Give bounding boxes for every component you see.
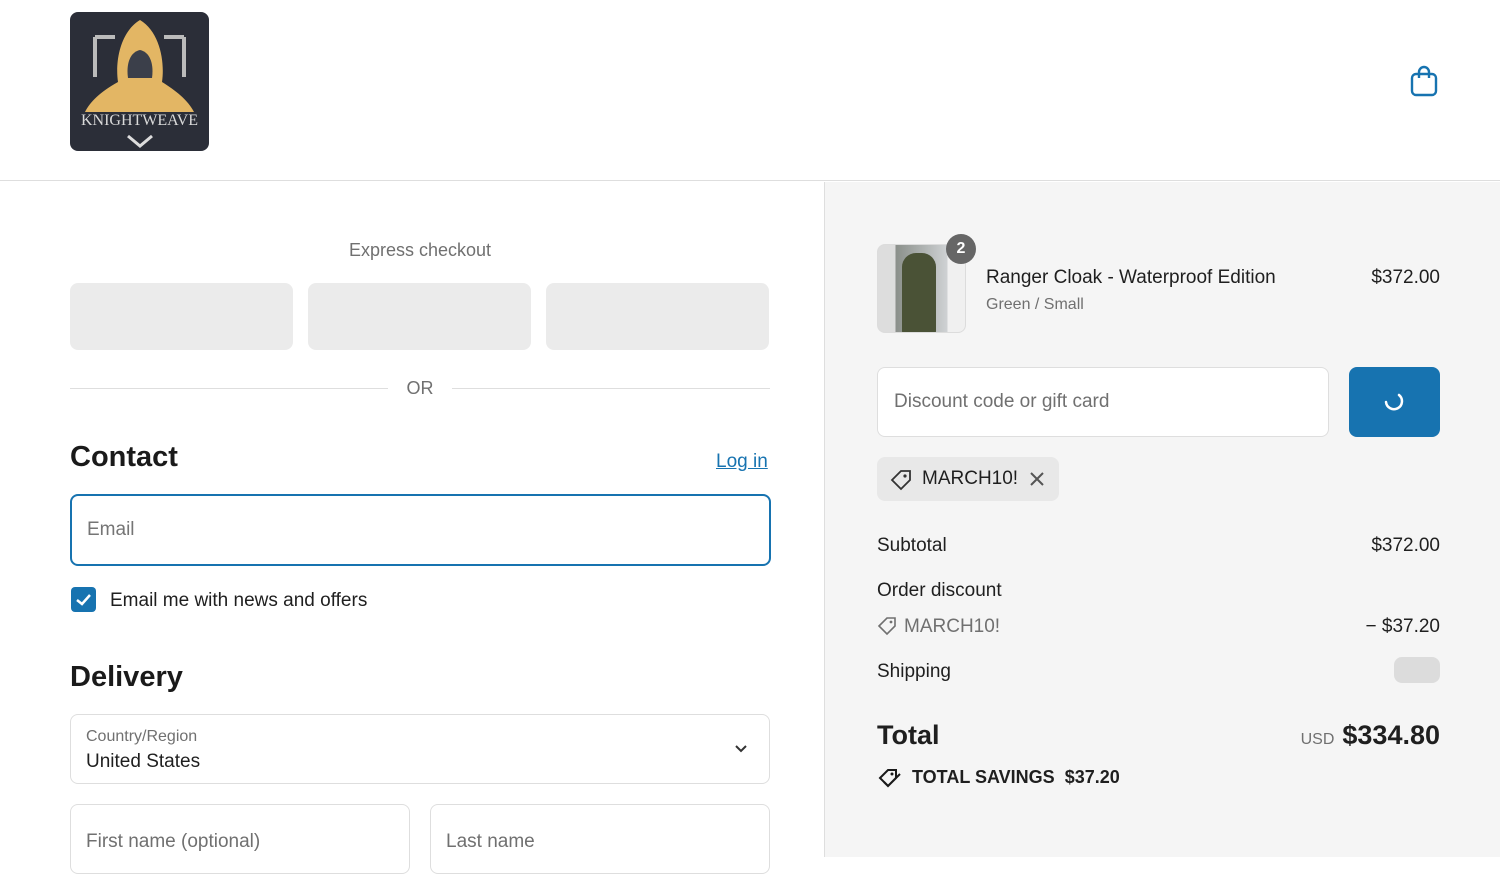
express-checkout-label: Express checkout (348, 240, 492, 260)
email-input[interactable] (72, 496, 769, 564)
discount-input[interactable]: Discount code or gift card (877, 367, 1329, 437)
subtotal-label: Subtotal (877, 535, 947, 556)
applied-discount-chip: MARCH10! (877, 457, 1059, 501)
order-summary: 2 Ranger Cloak - Waterproof Edition Gree… (824, 182, 1500, 857)
product-price: $372.00 (1371, 267, 1440, 288)
express-pay-button-3[interactable] (546, 283, 769, 350)
country-label: Country/Region (86, 728, 198, 745)
header: KNIGHTWEAVE (0, 0, 1500, 181)
store-logo[interactable]: KNIGHTWEAVE (70, 12, 209, 151)
chevron-down-icon (735, 745, 747, 753)
last-name-field[interactable]: Last name (430, 804, 770, 874)
product-name: Ranger Cloak - Waterproof Edition (986, 267, 1276, 288)
product-variant: Green / Small (986, 296, 1084, 313)
discount-placeholder: Discount code or gift card (894, 391, 1110, 412)
savings-value: $37.20 (1064, 767, 1120, 787)
total-savings: TOTAL SAVINGS $37.20 (912, 767, 1120, 788)
checkout-form: Express checkout OR Contact Log in Email… (0, 182, 824, 874)
express-pay-button-1[interactable] (70, 283, 293, 350)
total-value: $334.80 (1342, 720, 1440, 750)
applied-code: MARCH10! (922, 468, 1019, 489)
email-field[interactable] (70, 494, 771, 566)
quantity-badge: 2 (946, 234, 976, 264)
order-discount-label: Order discount (877, 580, 1002, 601)
hooded-knight-logo-icon (85, 20, 194, 148)
currency-code: USD (1300, 731, 1335, 748)
or-divider-label: OR (406, 378, 434, 398)
shipping-loading-placeholder (1394, 657, 1440, 683)
total-amount: USD $334.80 (1301, 720, 1440, 751)
first-name-field[interactable]: First name (optional) (70, 804, 410, 874)
tag-icon (877, 617, 896, 636)
savings-label: TOTAL SAVINGS (912, 767, 1055, 787)
total-label: Total (877, 720, 940, 750)
express-pay-button-2[interactable] (308, 283, 531, 350)
login-link[interactable]: Log in (716, 451, 768, 473)
delivery-heading: Delivery (70, 661, 183, 693)
divider (70, 388, 388, 389)
first-name-placeholder: First name (optional) (86, 831, 261, 852)
checkmark-icon (76, 594, 91, 606)
savings-tag-icon (878, 769, 901, 788)
shopping-bag-icon[interactable] (1408, 64, 1440, 98)
subtotal-value: $372.00 (1371, 535, 1440, 556)
country-select[interactable]: Country/Region United States (70, 714, 770, 784)
logo-text: KNIGHTWEAVE (80, 112, 198, 129)
divider (452, 388, 770, 389)
country-value: United States (86, 751, 201, 772)
last-name-placeholder: Last name (446, 831, 535, 852)
shipping-label: Shipping (877, 661, 951, 682)
loading-spinner-icon (1384, 393, 1404, 411)
remove-discount-icon[interactable] (1028, 470, 1046, 488)
contact-heading: Contact (70, 441, 178, 473)
newsletter-label: Email me with news and offers (110, 590, 368, 611)
apply-discount-button[interactable] (1349, 367, 1440, 437)
discount-code: MARCH10! (904, 616, 1001, 637)
tag-icon (890, 470, 911, 491)
discount-amount: − $37.20 (1365, 616, 1441, 637)
newsletter-checkbox[interactable] (71, 587, 96, 612)
